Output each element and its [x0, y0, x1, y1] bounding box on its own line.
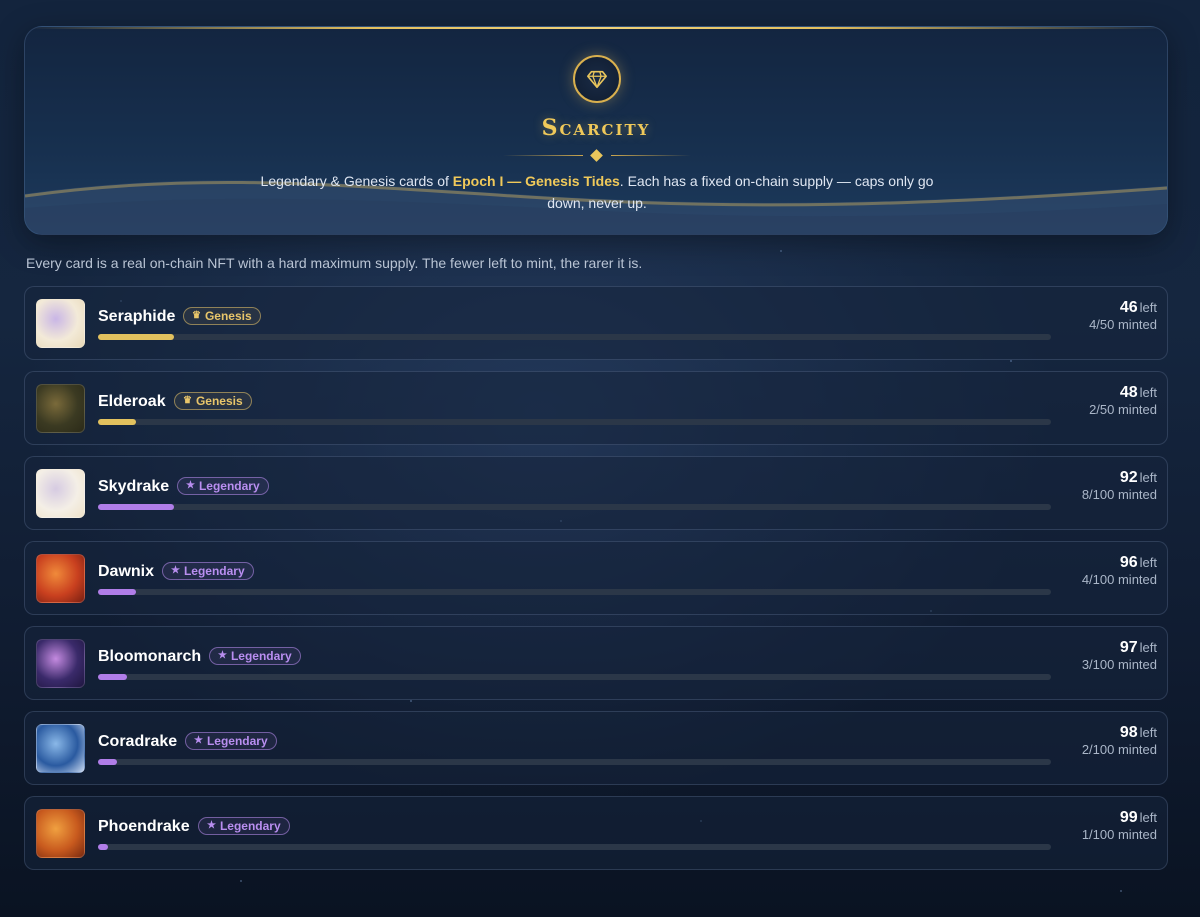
remaining-label: left [1139, 810, 1157, 825]
mint-progress-fill [98, 419, 137, 425]
crown-icon: ♛ [192, 310, 201, 321]
card-name: Phoendrake [98, 818, 190, 835]
rarity-badge: ♛ Genesis [183, 307, 261, 325]
card-thumbnail [36, 639, 85, 688]
rarity-label: Legendary [230, 649, 292, 663]
mint-progress-fill [98, 759, 118, 765]
remaining-count: 46 [1119, 299, 1138, 316]
remaining-label: left [1139, 470, 1157, 485]
mint-progress-fill [98, 589, 137, 595]
remaining-count: 96 [1119, 554, 1138, 571]
card-name: Dawnix [98, 563, 155, 580]
rarity-badge: ★ Legendary [177, 477, 269, 495]
minted-count: 3/100 minted [1081, 657, 1157, 672]
supply-readout: 98 left 2/100 minted [1082, 724, 1157, 757]
card-thumbnail [36, 809, 85, 858]
remaining-label: left [1139, 555, 1157, 570]
card-row-bloomonarch[interactable]: Bloomonarch ★ Legendary 97 left 3/100 minted [24, 626, 1168, 700]
page-title: Scarcity [541, 115, 651, 141]
mint-progress-fill [98, 844, 108, 850]
card-row-seraphide[interactable]: Seraphide ♛ Genesis 46 left 4/50 minted [24, 286, 1168, 360]
rarity-label: Legendary [198, 479, 260, 493]
minted-count: 1/100 minted [1081, 827, 1157, 842]
title-divider [503, 149, 691, 162]
remaining-label: left [1139, 725, 1157, 740]
mint-progress-bar [98, 674, 1051, 680]
rarity-badge: ♛ Genesis [174, 392, 252, 410]
card-name: Skydrake [98, 478, 170, 495]
card-row-skydrake[interactable]: Skydrake ★ Legendary 92 left 8/100 minted [24, 456, 1168, 530]
star-icon: ★ [171, 565, 180, 576]
remaining-label: left [1139, 640, 1157, 655]
minted-count: 4/50 minted [1089, 317, 1157, 332]
diamond-icon [590, 149, 603, 162]
mint-progress-fill [98, 674, 127, 680]
rarity-label: Legendary [206, 734, 268, 748]
supply-readout: 97 left 3/100 minted [1082, 639, 1157, 672]
rarity-label: Genesis [204, 309, 252, 323]
card-row-elderoak[interactable]: Elderoak ♛ Genesis 48 left 2/50 minted [24, 371, 1168, 445]
mint-progress-bar [98, 334, 1051, 340]
minted-count: 8/100 minted [1081, 487, 1157, 502]
rarity-badge: ★ Legendary [198, 817, 290, 835]
minted-count: 2/50 minted [1089, 402, 1157, 417]
gem-icon-badge [573, 55, 621, 103]
mint-progress-bar [98, 504, 1051, 510]
gem-icon [587, 70, 607, 89]
minted-count: 2/100 minted [1081, 742, 1157, 757]
minted-count: 4/100 minted [1081, 572, 1157, 587]
card-name: Seraphide [98, 308, 176, 325]
card-thumbnail [36, 299, 85, 348]
supply-readout: 48 left 2/50 minted [1089, 384, 1157, 417]
card-name: Elderoak [98, 393, 166, 410]
mint-progress-bar [98, 589, 1051, 595]
supply-readout: 99 left 1/100 minted [1082, 809, 1157, 842]
remaining-count: 48 [1119, 384, 1138, 401]
card-thumbnail [36, 384, 85, 433]
supply-readout: 96 left 4/100 minted [1082, 554, 1157, 587]
card-name: Coradrake [98, 733, 178, 750]
remaining-count: 92 [1119, 469, 1138, 486]
remaining-count: 97 [1119, 639, 1138, 656]
crown-icon: ♛ [183, 395, 192, 406]
hero-description: Legendary & Genesis cards of Epoch I — G… [255, 170, 939, 214]
card-row-dawnix[interactable]: Dawnix ★ Legendary 96 left 4/100 minted [24, 541, 1168, 615]
mint-progress-bar [98, 419, 1051, 425]
rarity-badge: ★ Legendary [209, 647, 301, 665]
star-icon: ★ [207, 820, 216, 831]
card-thumbnail [36, 554, 85, 603]
card-name: Bloomonarch [98, 648, 202, 665]
card-row-coradrake[interactable]: Coradrake ★ Legendary 98 left 2/100 minted [24, 711, 1168, 785]
rarity-label: Legendary [219, 819, 281, 833]
rarity-label: Genesis [195, 394, 243, 408]
rarity-badge: ★ Legendary [185, 732, 277, 750]
supply-readout: 92 left 8/100 minted [1082, 469, 1157, 502]
mint-progress-bar [98, 844, 1051, 850]
star-icon: ★ [194, 735, 203, 746]
remaining-count: 98 [1119, 724, 1138, 741]
rarity-badge: ★ Legendary [162, 562, 254, 580]
mint-progress-bar [98, 759, 1051, 765]
remaining-label: left [1139, 300, 1157, 315]
rarity-label: Legendary [183, 564, 245, 578]
mint-progress-fill [98, 504, 175, 510]
card-row-phoendrake[interactable]: Phoendrake ★ Legendary 99 left 1/100 minted [24, 796, 1168, 870]
supply-readout: 46 left 4/50 minted [1089, 299, 1157, 332]
desc-prefix: Legendary & Genesis cards of [260, 173, 453, 189]
remaining-label: left [1139, 385, 1157, 400]
intro-text: Every card is a real on-chain NFT with a… [26, 255, 643, 271]
star-icon: ★ [186, 480, 195, 491]
card-thumbnail [36, 724, 85, 773]
star-icon: ★ [218, 650, 227, 661]
scarcity-card-list: Seraphide ♛ Genesis 46 left 4/50 minted Eldero… [24, 286, 1168, 881]
epoch-highlight: Epoch I — Genesis Tides [452, 173, 620, 189]
remaining-count: 99 [1119, 809, 1138, 826]
scarcity-header-card: Scarcity Legendary & Genesis cards of Ep… [24, 26, 1168, 235]
card-thumbnail [36, 469, 85, 518]
mint-progress-fill [98, 334, 175, 340]
